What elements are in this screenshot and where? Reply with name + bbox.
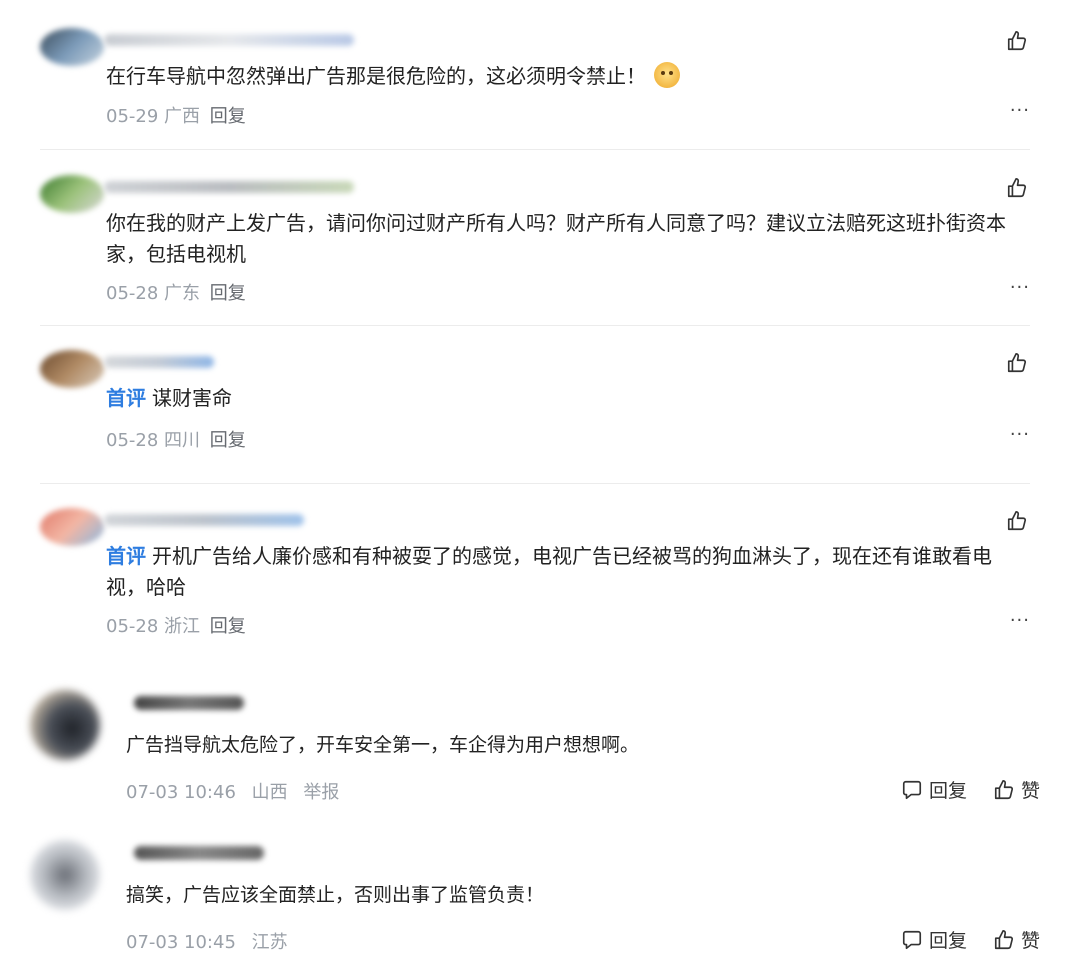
comment-bubble-icon [902,930,922,949]
username-blurred[interactable] [104,356,214,368]
thumbs-up-icon [994,929,1014,949]
comment-text: 广告挡导航太危险了，开车安全第一，车企得为用户想想啊。 [126,734,640,756]
like-label: 赞 [1020,930,1040,952]
comment-meta: 05-28 广东 回复 [106,279,246,305]
comment-date: 05-28 [106,283,159,304]
like-button[interactable] [1004,28,1030,54]
like-label: 赞 [1020,780,1040,802]
avatar[interactable] [40,350,104,388]
comment-actions: 回复 赞 [901,776,1040,803]
comments-page: 在行车导航中忽然弹出广告那是很危险的，这必须明令禁止！ 05-29 广西 回复 … [0,0,1080,965]
comment-text: 搞笑，广告应该全面禁止，否则出事了监管负责！ [126,884,545,906]
thumbs-up-icon [994,779,1014,799]
comment-meta: 05-29 广西 回复 [106,102,246,128]
thumbs-up-icon [1007,178,1027,198]
reply-label: 回复 [928,780,967,802]
comment-meta: 05-28 四川 回复 [106,426,246,452]
comment-location: 四川 [164,430,201,451]
comment-item: 广告挡导航太危险了，开车安全第一，车企得为用户想想啊。 07-03 10:46 … [30,690,1040,810]
username-blurred[interactable] [134,696,244,710]
username-blurred[interactable] [104,34,354,46]
username-blurred[interactable] [104,514,304,526]
divider [40,483,1030,484]
thumbs-up-icon [1007,511,1027,531]
comment-datetime: 07-03 10:45 [126,932,236,953]
comment-text: 首评 开机广告给人廉价感和有种被耍了的感觉，电视广告已经被骂的狗血淋头了，现在还有… [106,544,992,599]
more-dots-icon[interactable]: ··· [1010,277,1030,298]
like-button[interactable] [1004,175,1030,201]
avatar[interactable] [30,690,100,760]
more-dots-icon[interactable]: ··· [1010,610,1030,631]
comment-location: 江苏 [251,932,288,953]
comment-text: 你在我的财产上发广告，请问你问过财产所有人吗？财产所有人同意了吗？建议立法赔死这… [106,211,1006,266]
comment-item: 在行车导航中忽然弹出广告那是很危险的，这必须明令禁止！ 05-29 广西 回复 … [40,28,1030,128]
more-dots-icon[interactable]: ··· [1010,100,1030,121]
reply-button[interactable]: 回复 [901,776,967,803]
avatar[interactable] [40,28,104,66]
avatar[interactable] [40,508,104,546]
like-button[interactable] [1004,350,1030,376]
comment-text: 首评 谋财害命 [106,386,232,410]
divider [40,149,1030,150]
doge-emoji-icon [654,62,680,88]
reply-label: 回复 [928,930,967,952]
comment-meta: 07-03 10:45 江苏 [126,928,298,954]
more-dots-icon[interactable]: ··· [1010,424,1030,445]
username-blurred[interactable] [134,846,264,860]
divider [40,325,1030,326]
like-button[interactable] [1004,508,1030,534]
comment-date: 05-28 [106,430,159,451]
comment-location: 广东 [164,283,201,304]
reply-link[interactable]: 回复 [210,283,246,304]
reply-button[interactable]: 回复 [901,926,967,953]
comment-meta: 05-28 浙江 回复 [106,612,246,638]
comment-meta: 07-03 10:46 山西 举报 [126,778,349,804]
comment-date: 05-29 [106,106,159,127]
avatar[interactable] [40,175,104,213]
comment-date: 05-28 [106,616,159,637]
comment-location: 浙江 [164,616,201,637]
like-button[interactable]: 赞 [993,776,1040,803]
first-comment-badge: 首评 [106,386,146,410]
reply-link[interactable]: 回复 [210,430,246,451]
comment-location: 山西 [251,782,288,803]
comment-item: 你在我的财产上发广告，请问你问过财产所有人吗？财产所有人同意了吗？建议立法赔死这… [40,175,1030,305]
reply-link[interactable]: 回复 [210,106,246,127]
like-button[interactable]: 赞 [993,926,1040,953]
thumbs-up-icon [1007,31,1027,51]
comment-text: 在行车导航中忽然弹出广告那是很危险的，这必须明令禁止！ [106,61,1021,92]
comment-actions: 回复 赞 [901,926,1040,953]
first-comment-badge: 首评 [106,544,146,568]
report-link[interactable]: 举报 [303,782,339,803]
comment-item: 搞笑，广告应该全面禁止，否则出事了监管负责！ 07-03 10:45 江苏 回复… [30,840,1040,960]
comment-datetime: 07-03 10:46 [126,782,236,803]
thumbs-up-icon [1007,353,1027,373]
comment-item: 首评 开机广告给人廉价感和有种被耍了的感觉，电视广告已经被骂的狗血淋头了，现在还有… [40,508,1030,638]
reply-link[interactable]: 回复 [210,616,246,637]
comment-location: 广西 [164,106,201,127]
username-blurred[interactable] [104,181,354,193]
avatar[interactable] [30,840,100,910]
comment-item: 首评 谋财害命 05-28 四川 回复 ··· [40,350,1030,452]
comment-bubble-icon [902,780,922,799]
